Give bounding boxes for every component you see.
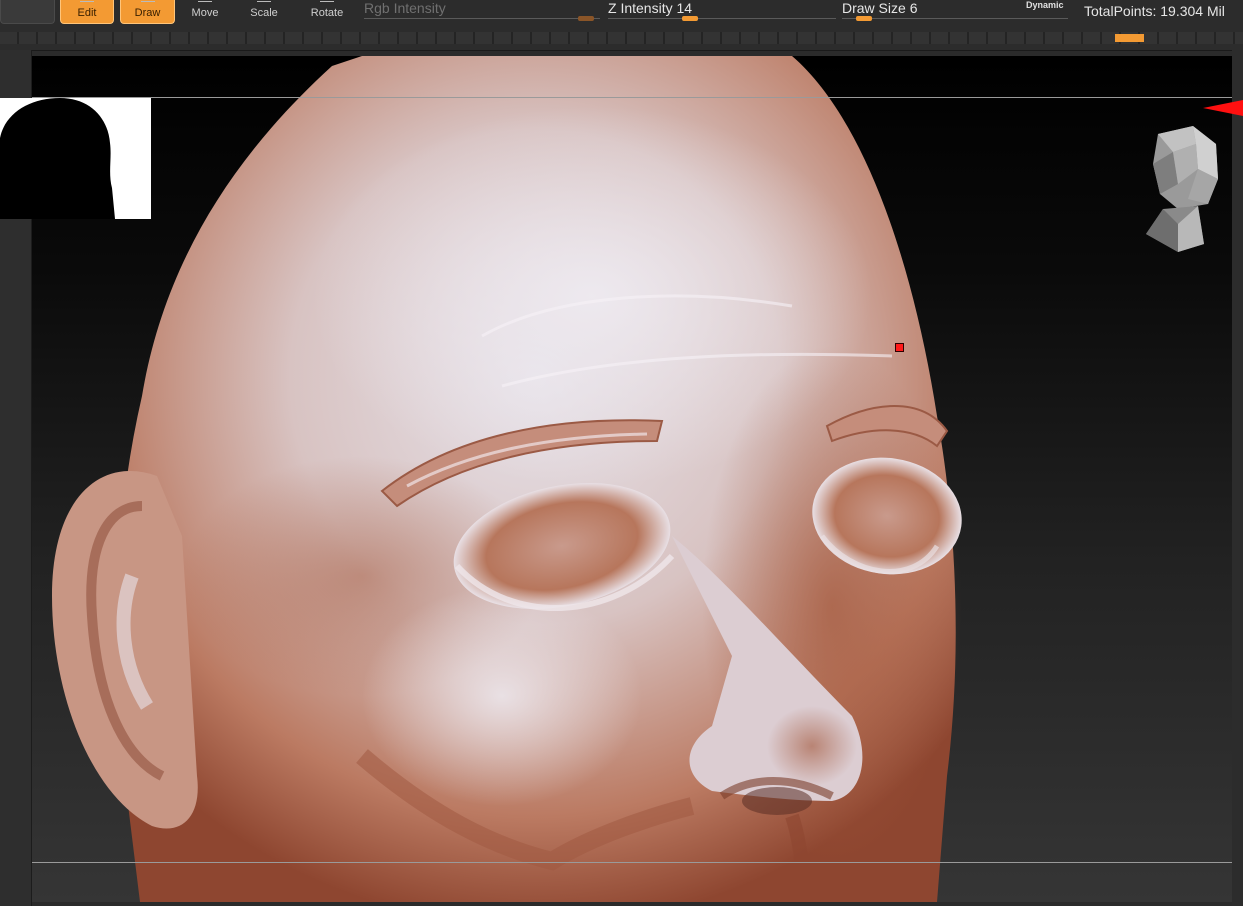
rgb-intensity-label: Rgb Intensity: [364, 0, 446, 16]
zbrush-app: Edit Draw Move Scale Rotate Rgb Intensit…: [0, 0, 1243, 906]
head-navigation-cube-icon[interactable]: [1138, 124, 1224, 254]
edit-button[interactable]: Edit: [60, 0, 114, 24]
sculpt-render: [52, 56, 962, 902]
z-intensity-track[interactable]: [608, 18, 836, 19]
top-toolbar: Edit Draw Move Scale Rotate Rgb Intensit…: [0, 0, 1243, 51]
draw-size-label: Draw Size 6: [842, 0, 917, 16]
right-tray: [1232, 50, 1243, 906]
dynamic-toggle[interactable]: Dynamic: [1026, 0, 1064, 10]
edit-mode-icon: [80, 1, 94, 5]
rgb-intensity-knob[interactable]: [578, 16, 594, 21]
edit-button-label: Edit: [77, 7, 97, 19]
document-canvas[interactable]: [32, 56, 1232, 902]
red-arrow-indicator-icon: [1203, 100, 1243, 116]
z-intensity-label: Z Intensity 14: [608, 0, 692, 16]
rotate-button[interactable]: Rotate: [304, 0, 350, 24]
rgb-intensity-slider[interactable]: Rgb Intensity: [364, 0, 600, 24]
draw-size-text: Draw Size: [842, 0, 906, 16]
z-intensity-value: 14: [676, 0, 693, 16]
head-silhouette-icon: [0, 98, 115, 219]
stroke-point-marker: [895, 343, 904, 352]
rgb-intensity-track[interactable]: [364, 18, 600, 19]
rotate-mode-icon: [320, 1, 334, 5]
z-intensity-text: Z Intensity: [608, 0, 673, 16]
shelf-position-marker[interactable]: [1115, 34, 1144, 42]
shelf-divider-ruler: [0, 32, 1243, 44]
z-intensity-knob[interactable]: [682, 16, 698, 21]
total-points-readout: TotalPoints: 19.304 Mil: [1084, 3, 1225, 19]
draw-size-value: 6: [909, 0, 918, 16]
draw-size-knob[interactable]: [856, 16, 872, 21]
draw-size-track[interactable]: [842, 18, 1068, 19]
draw-mode-icon: [140, 1, 155, 5]
scale-button-label: Scale: [250, 7, 278, 19]
move-mode-icon: [198, 1, 212, 5]
hidden-previous-button[interactable]: [0, 0, 55, 24]
draw-button-label: Draw: [134, 7, 161, 19]
canvas-guide-bottom: [32, 862, 1232, 863]
draw-button[interactable]: Draw: [120, 0, 175, 24]
scale-mode-icon: [257, 1, 271, 5]
z-intensity-slider[interactable]: Z Intensity 14: [608, 0, 836, 24]
canvas-guide-top: [32, 97, 1232, 98]
silhouette-thumbnail[interactable]: [0, 98, 151, 219]
move-button[interactable]: Move: [184, 0, 226, 24]
scale-button[interactable]: Scale: [244, 0, 284, 24]
move-button-label: Move: [191, 7, 219, 19]
rotate-button-label: Rotate: [310, 7, 344, 19]
